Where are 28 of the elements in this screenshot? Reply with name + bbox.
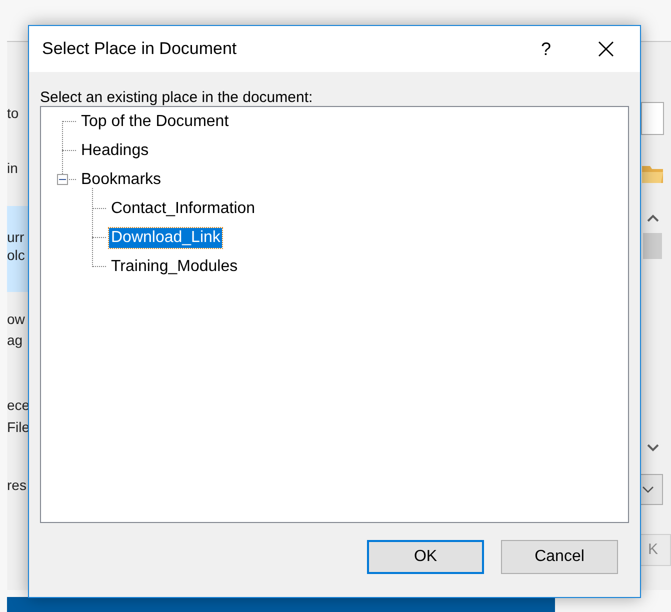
scroll-up-icon[interactable]: [647, 214, 659, 222]
partial-label: ow: [7, 310, 25, 328]
tree-view[interactable]: Top of the Document Headings Bookmarks Contact_Information Download_Link Training_Modules: [40, 106, 629, 523]
chevron-down-icon: [642, 486, 654, 493]
partial-label: to: [7, 104, 19, 122]
scroll-down-icon[interactable]: [647, 444, 659, 452]
tree-item[interactable]: Headings: [79, 140, 151, 160]
help-button[interactable]: ?: [526, 33, 566, 65]
tree-item[interactable]: Bookmarks: [79, 170, 164, 190]
tree-item[interactable]: Training_Modules: [109, 256, 240, 276]
input-field[interactable]: [641, 102, 664, 135]
tree-item[interactable]: Download_Link: [109, 228, 222, 248]
prompt-label: Select an existing place in the document:: [40, 89, 313, 107]
partial-label: ece: [7, 396, 30, 414]
scrollbar-thumb[interactable]: [643, 233, 662, 259]
partial-label: File: [7, 418, 30, 436]
ok-button[interactable]: OK: [367, 540, 484, 574]
partial-label: in: [7, 159, 18, 177]
cancel-button[interactable]: Cancel: [501, 540, 618, 574]
close-icon: [598, 41, 614, 57]
tree-item[interactable]: Top of the Document: [79, 112, 231, 132]
partial-label: ag: [7, 331, 23, 349]
partial-label: urr: [7, 228, 24, 246]
collapse-icon[interactable]: [57, 174, 68, 185]
tree-item[interactable]: Contact_Information: [109, 198, 258, 218]
partial-label: olc: [7, 246, 25, 264]
window-title: Select Place in Document: [42, 38, 237, 60]
partial-label: res: [7, 476, 26, 494]
